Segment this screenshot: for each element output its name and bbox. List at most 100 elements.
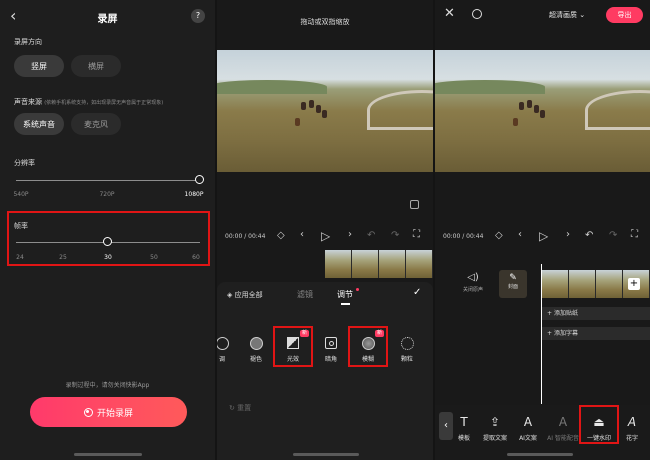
start-recording-label: 开始录屏 (96, 408, 133, 419)
tool-blur[interactable]: 模糊 (351, 334, 385, 363)
video-preview[interactable] (217, 50, 433, 172)
landscape-option[interactable]: 横屏 (71, 55, 121, 77)
resolution-tick: 540P (13, 191, 29, 198)
fade-icon (249, 336, 263, 350)
keyframe-icon[interactable]: ◇ (277, 230, 285, 241)
ai-text-icon: A (523, 415, 533, 429)
light-effect-icon (287, 337, 299, 349)
reset-icon: ↻ (229, 404, 235, 412)
start-recording-button[interactable]: 开始录屏 (30, 397, 187, 427)
tool-grain[interactable]: 颗粒 (390, 334, 424, 363)
blur-icon (361, 336, 375, 350)
mute-original-button[interactable]: ◁) 关闭原声 (457, 272, 489, 293)
tab-new-dot (356, 288, 359, 291)
new-badge: 新 (300, 330, 310, 337)
speaker-icon: ◁) (467, 272, 479, 283)
tool-vignette[interactable]: 暗角 (314, 334, 348, 363)
time-display: 00:00 / 00:44 (225, 233, 266, 240)
resolution-slider[interactable] (16, 180, 200, 181)
tool-light-effect[interactable]: 光效 (276, 334, 310, 363)
pencil-icon: ✎ (509, 273, 517, 283)
fullscreen-preview-icon[interactable] (410, 200, 419, 209)
chevron-down-icon: ⌄ (579, 11, 586, 19)
prev-icon[interactable]: ‹ (518, 229, 522, 240)
redo-icon[interactable]: ↷ (609, 230, 617, 241)
resolution-slider-knob[interactable] (195, 175, 204, 184)
tool-partial[interactable]: 调 (217, 334, 239, 363)
recording-hint: 录制过程中，请勿关闭快影App (65, 382, 150, 389)
adjust-panel: ◈ 应用全部 滤镜 调节 ✓ 调 褪色 光效 新 暗角 模糊 新 颗粒 ↻ 重置 (217, 282, 433, 460)
tool-ai-copy[interactable]: A AI文案 (511, 413, 545, 442)
home-indicator (293, 453, 359, 456)
help-icon[interactable]: ? (191, 9, 205, 23)
record-icon (83, 407, 93, 417)
home-indicator (74, 453, 142, 456)
framerate-tick: 25 (59, 254, 67, 261)
next-icon[interactable]: › (566, 229, 570, 240)
play-icon[interactable]: ▷ (539, 229, 548, 243)
text-icon: T (460, 415, 468, 429)
tool-fancy-text[interactable]: A 花字 (615, 413, 649, 442)
time-display: 00:00 / 00:44 (443, 233, 484, 240)
tool-ai-dubbing[interactable]: A AI 智能配音 (546, 413, 580, 442)
grain-icon (400, 336, 414, 350)
reset-button[interactable]: ↻ 重置 (229, 403, 251, 413)
tool-one-click-watermark[interactable]: ⏏ 一键水印 (582, 413, 616, 442)
tool-fade[interactable]: 褪色 (239, 334, 273, 363)
record-settings-screen: ‹ 录屏 ? 录屏方向 竖屏 横屏 声音来源 (依赖手机系统支持，如出现录屏无声… (0, 0, 215, 460)
close-icon[interactable]: ✕ (444, 6, 455, 21)
framerate-tick: 50 (150, 254, 158, 261)
fullscreen-icon[interactable]: ⛶ (631, 229, 638, 240)
framerate-tick: 60 (192, 254, 200, 261)
tab-filter[interactable]: 滤镜 (297, 289, 313, 300)
framerate-tick: 24 (16, 254, 24, 261)
timeline-strip[interactable] (325, 250, 433, 278)
new-badge: 新 (375, 330, 385, 337)
resolution-tick: 1080P (184, 191, 204, 198)
keyframe-icon[interactable]: ◇ (495, 230, 503, 241)
undo-icon[interactable]: ↶ (585, 230, 593, 241)
microphone-option[interactable]: 麦克风 (71, 113, 121, 135)
home-indicator (507, 453, 573, 456)
quality-selector[interactable]: 超清画质 ⌄ (549, 10, 585, 20)
video-preview[interactable] (435, 50, 650, 172)
orientation-label: 录屏方向 (14, 38, 42, 46)
page-title: 录屏 (97, 14, 118, 25)
stamp-icon: ⏏ (593, 415, 605, 429)
drag-zoom-hint: 拖动或双指缩放 (300, 18, 350, 26)
tab-adjust[interactable]: 调节 (337, 289, 353, 300)
tool-extract-text[interactable]: ⇪ 提取文案 (478, 413, 512, 442)
confirm-icon[interactable]: ✓ (413, 287, 421, 298)
vignette-icon (325, 337, 337, 349)
export-button[interactable]: 导出 (606, 7, 643, 23)
cover-button[interactable]: ✎ 封面 (499, 270, 527, 298)
apply-all-button[interactable]: ◈ 应用全部 (227, 290, 263, 300)
resolution-label: 分辨率 (14, 159, 35, 167)
redo-icon[interactable]: ↷ (391, 230, 399, 241)
next-icon[interactable]: › (348, 229, 352, 240)
add-sticker-track[interactable]: + 添加贴纸 (542, 307, 650, 320)
system-audio-option[interactable]: 系统声音 (14, 113, 64, 135)
add-caption-track[interactable]: + 添加字幕 (542, 327, 650, 340)
active-tab-underline (341, 303, 350, 305)
framerate-slider-knob[interactable] (103, 237, 112, 246)
upload-icon: ⇪ (489, 415, 501, 429)
framerate-label: 帧率 (14, 222, 28, 230)
adjust-editor-screen: 拖动或双指缩放 00:00 / 00:44 ◇ ‹ ▷ › ↶ ↷ ⛶ ◈ 应用… (217, 0, 433, 460)
fullscreen-icon[interactable]: ⛶ (413, 229, 420, 240)
fancy-text-icon: A (627, 415, 637, 429)
audio-note: (依赖手机系统支持，如出现录屏无声音属于正常现象) (44, 100, 164, 106)
layers-icon: ◈ (227, 291, 233, 299)
ai-voice-icon: A (558, 415, 568, 429)
play-icon[interactable]: ▷ (321, 229, 330, 243)
main-editor-screen: ✕ 超清画质 ⌄ 导出 00:00 / 00:44 ◇ ‹ ▷ › ↶ ↷ ⛶ … (435, 0, 650, 460)
prev-icon[interactable]: ‹ (300, 229, 304, 240)
audio-source-label: 声音来源 (依赖手机系统支持，如出现录屏无声音属于正常现象) (14, 98, 164, 106)
framerate-tick: 30 (104, 254, 112, 261)
add-clip-button[interactable]: + (628, 278, 640, 290)
search-icon[interactable] (472, 9, 482, 19)
portrait-option[interactable]: 竖屏 (14, 55, 64, 77)
undo-icon[interactable]: ↶ (367, 230, 375, 241)
resolution-tick: 720P (99, 191, 115, 198)
tool-template[interactable]: T 模板 (447, 413, 481, 442)
